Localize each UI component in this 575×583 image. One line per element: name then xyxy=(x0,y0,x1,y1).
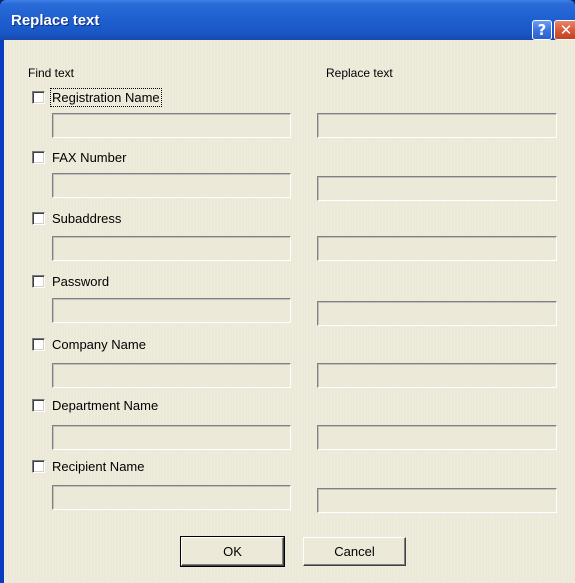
ok-button[interactable]: OK xyxy=(180,536,285,567)
registration-name-label[interactable]: Registration Name xyxy=(50,88,162,107)
fax-number-find-field[interactable] xyxy=(52,173,291,198)
close-button[interactable]: ✕ xyxy=(554,20,575,40)
department-name-replace-field[interactable] xyxy=(317,425,557,450)
password-find-field[interactable] xyxy=(52,298,291,323)
password-label[interactable]: Password xyxy=(52,274,109,289)
cancel-button[interactable]: Cancel xyxy=(303,537,406,566)
help-button[interactable]: ? xyxy=(532,20,552,40)
replace-text-dialog: Replace text ? ✕ Find text Replace text … xyxy=(0,0,575,583)
subaddress-label[interactable]: Subaddress xyxy=(52,211,121,226)
registration-name-replace-field[interactable] xyxy=(317,113,557,138)
password-checkbox[interactable] xyxy=(32,275,45,288)
registration-name-checkbox[interactable] xyxy=(32,91,45,104)
department-name-checkbox[interactable] xyxy=(32,399,45,412)
title-bar[interactable]: Replace text ? ✕ xyxy=(0,0,575,40)
department-name-find-field[interactable] xyxy=(52,425,291,450)
password-replace-field[interactable] xyxy=(317,301,557,326)
recipient-name-label[interactable]: Recipient Name xyxy=(52,459,145,474)
replace-text-header: Replace text xyxy=(326,66,393,80)
subaddress-replace-field[interactable] xyxy=(317,236,557,261)
fax-number-replace-field[interactable] xyxy=(317,176,557,201)
company-name-replace-field[interactable] xyxy=(317,363,557,388)
department-name-label[interactable]: Department Name xyxy=(52,398,158,413)
find-text-header: Find text xyxy=(28,66,75,80)
registration-name-find-field[interactable] xyxy=(52,113,291,138)
fax-number-checkbox[interactable] xyxy=(32,151,45,164)
subaddress-checkbox[interactable] xyxy=(32,212,45,225)
recipient-name-checkbox[interactable] xyxy=(32,460,45,473)
company-name-find-field[interactable] xyxy=(52,363,291,388)
fax-number-label[interactable]: FAX Number xyxy=(52,150,126,165)
subaddress-find-field[interactable] xyxy=(52,236,291,261)
dialog-title: Replace text xyxy=(11,12,100,29)
recipient-name-find-field[interactable] xyxy=(52,485,291,510)
recipient-name-replace-field[interactable] xyxy=(317,488,557,513)
company-name-checkbox[interactable] xyxy=(32,338,45,351)
company-name-label[interactable]: Company Name xyxy=(52,337,146,352)
dialog-body: Find text Replace text Registration Name… xyxy=(4,40,575,583)
